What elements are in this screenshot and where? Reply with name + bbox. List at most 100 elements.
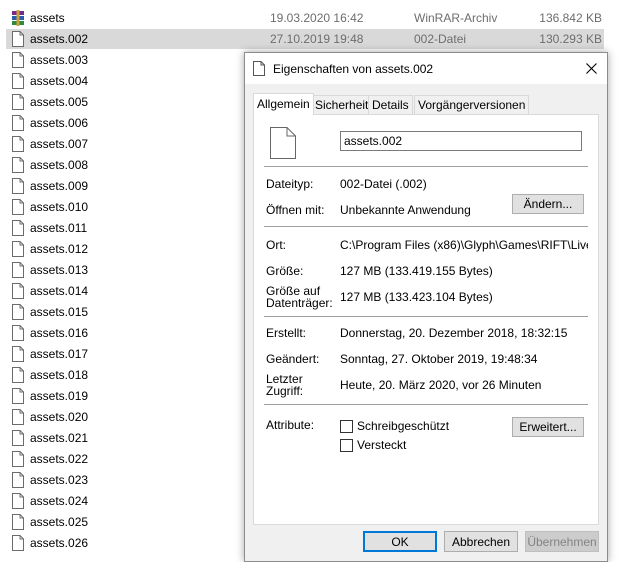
file-name: assets.020 [30,410,89,424]
winrar-archive-icon [11,10,25,26]
file-icon [253,61,265,76]
geaendert-label: Geändert: [266,352,320,366]
file-size: 136.842 KB [539,11,602,25]
file-name: assets.002 [30,32,89,46]
groesse-disk-label-2: Datenträger: [266,296,333,310]
file-icon [11,73,25,89]
abbrechen-button[interactable]: Abbrechen [444,531,518,552]
file-name: assets.006 [30,116,89,130]
file-icon [11,493,25,509]
file-name: assets.005 [30,95,89,109]
file-icon [11,451,25,467]
file-icon [11,115,25,131]
checkbox-box[interactable] [340,438,353,452]
file-name: assets.007 [30,137,89,151]
file-name: assets.010 [30,200,89,214]
groesse-label: Größe: [266,264,304,278]
file-icon [11,178,25,194]
tab-sicherheit[interactable]: Sicherheit [311,95,373,114]
file-name: assets.004 [30,74,89,88]
file-name: assets.017 [30,347,89,361]
dateityp-label: Dateityp: [266,177,314,191]
file-icon [11,346,25,362]
filename-field[interactable]: assets.002 [340,131,582,151]
file-name: assets.011 [30,221,88,235]
file-name: assets.012 [30,242,89,256]
zugriff-value: Heute, 20. März 2020, vor 26 Minuten [340,378,542,392]
file-icon [11,325,25,341]
file-name: assets.008 [30,158,89,172]
groesse-disk-value: 127 MB (133.423.104 Bytes) [340,290,493,304]
file-icon [11,304,25,320]
oeffnen-value: Unbekannte Anwendung [340,203,471,217]
properties-dialog: Eigenschaften von assets.002 Allgemein S… [244,52,608,562]
file-icon [11,388,25,404]
tab-allgemein[interactable]: Allgemein [253,93,314,115]
separator [264,226,588,227]
separator [264,404,588,405]
erweitert-button[interactable]: Erweitert... [512,417,584,437]
file-name: assets [30,11,65,25]
file-icon [11,157,25,173]
file-icon [11,283,25,299]
file-name: assets.016 [30,326,89,340]
file-name: assets.022 [30,452,89,466]
file-name: assets.024 [30,494,89,508]
schreibgeschuetzt-label: Schreibgeschützt [357,419,450,433]
file-type: WinRAR-Archiv [414,11,498,25]
file-name: assets.013 [30,263,89,277]
ok-button[interactable]: OK [363,531,437,552]
file-icon [11,514,25,530]
tab-vorgaengerversionen[interactable]: Vorgängerversionen [414,95,530,114]
file-icon [11,241,25,257]
file-name: assets.014 [30,284,89,298]
checkbox-box[interactable] [340,419,353,433]
file-icon [11,409,25,425]
separator [264,316,588,317]
file-date: 19.03.2020 16:42 [270,11,364,25]
close-button[interactable] [575,53,607,84]
file-row[interactable]: assets.002 27.10.2019 19:48 002-Datei 130.2… [6,29,604,49]
file-name: assets.025 [30,515,89,529]
oeffnen-label: Öffnen mit: [266,203,325,217]
title-bar[interactable]: Eigenschaften von assets.002 [245,53,607,84]
file-icon [11,367,25,383]
separator [264,166,588,167]
general-panel: assets.002 Dateityp: 002-Datei (.002) Öf… [253,114,599,525]
schreibgeschuetzt-checkbox[interactable]: Schreibgeschützt [340,419,449,433]
uebernehmen-button[interactable]: Übernehmen [525,531,599,552]
file-size: 130.293 KB [539,32,602,46]
ort-value: C:\Program Files (x86)\Glyph\Games\RIFT\… [340,239,588,252]
file-name: assets.003 [30,53,89,67]
file-name: assets.015 [30,305,89,319]
attribute-label: Attribute: [266,418,315,432]
file-icon [11,52,25,68]
file-icon [11,94,25,110]
erstellt-value: Donnerstag, 20. Dezember 2018, 18:32:15 [340,326,568,340]
aendern-button[interactable]: Ändern... [512,194,584,214]
file-name: assets.019 [30,389,89,403]
close-icon [585,63,597,74]
file-icon [11,31,25,47]
file-icon [11,136,25,152]
file-type: 002-Datei [414,32,467,46]
file-name: assets.023 [30,473,89,487]
file-name: assets.026 [30,536,89,550]
file-icon [11,262,25,278]
versteckt-checkbox[interactable]: Versteckt [340,438,406,452]
file-icon [11,220,25,236]
file-name: assets.009 [30,179,89,193]
file-name: assets.018 [30,368,89,382]
file-icon [270,127,296,159]
dialog-title: Eigenschaften von assets.002 [273,62,434,76]
file-icon [11,199,25,215]
file-icon [11,430,25,446]
geaendert-value: Sonntag, 27. Oktober 2019, 19:48:34 [340,352,538,366]
tab-details[interactable]: Details [368,95,413,114]
file-name: assets.021 [30,431,89,445]
file-date: 27.10.2019 19:48 [270,32,364,46]
file-row[interactable]: assets 19.03.2020 16:42 WinRAR-Archiv 136.8… [6,8,604,28]
ort-label: Ort: [266,238,286,252]
dateityp-value: 002-Datei (.002) [340,177,427,191]
erstellt-label: Erstellt: [266,326,307,340]
